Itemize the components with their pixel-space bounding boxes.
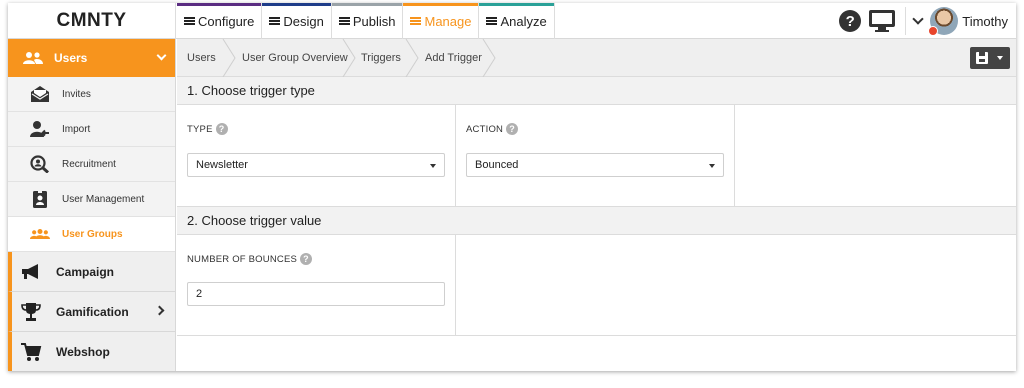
- sidebar-item-gamification[interactable]: Gamification: [8, 292, 175, 332]
- menu-icon: [338, 17, 350, 25]
- type-label: TYPE: [187, 123, 213, 135]
- menu-icon: [486, 17, 498, 25]
- top-right-tools: ? Timothy: [839, 3, 1016, 39]
- action-select[interactable]: Bounced: [466, 153, 724, 177]
- sidebar-item-campaign[interactable]: Campaign: [8, 252, 175, 292]
- chevron-right-icon: [154, 305, 165, 316]
- user-import-icon: [30, 121, 49, 137]
- help-question-icon[interactable]: ?: [300, 253, 313, 265]
- avatar[interactable]: [928, 7, 959, 36]
- bounces-input-value: 2: [196, 288, 203, 300]
- nav-analyze[interactable]: Analyze: [479, 3, 555, 39]
- action-cell: ACTION ? Bounced: [456, 105, 735, 207]
- save-button[interactable]: [970, 47, 1010, 69]
- envelope-open-icon: [31, 86, 49, 102]
- recruitment-search-icon: [30, 155, 50, 173]
- sidebar-item-label: Webshop: [56, 344, 110, 359]
- action-select-value: Bounced: [475, 159, 519, 171]
- cmnty-logo[interactable]: CMNTY: [8, 3, 176, 39]
- sidebar-item-label: Import: [62, 123, 91, 135]
- bounces-label: NUMBER OF BOUNCES: [187, 253, 298, 265]
- users-icon: [23, 52, 43, 64]
- sidebar-item-recruitment[interactable]: Recruitment: [8, 147, 175, 182]
- nav-design-label: Design: [283, 13, 324, 29]
- nav-publish-label: Publish: [352, 13, 396, 29]
- type-select[interactable]: Newsletter: [187, 153, 445, 177]
- help-icon[interactable]: ?: [839, 10, 862, 32]
- top-bar: CMNTY Configure Design Publish Manage An…: [8, 3, 1016, 39]
- caret-down-icon: [709, 164, 715, 168]
- breadcrumb: Users User Group Overview Triggers Add T…: [177, 39, 1016, 77]
- megaphone-icon: [22, 264, 38, 279]
- breadcrumb-separator: [482, 39, 496, 77]
- help-question-icon[interactable]: ?: [215, 123, 228, 135]
- user-groups-icon: [30, 229, 50, 239]
- type-select-value: Newsletter: [196, 159, 248, 171]
- bounces-input[interactable]: 2: [187, 282, 445, 306]
- sidebar-section-users[interactable]: Users: [8, 39, 175, 77]
- nav-manage-label: Manage: [424, 13, 472, 29]
- sidebar-section-label: Users: [54, 51, 88, 65]
- sidebar-item-label: Recruitment: [62, 158, 116, 170]
- sidebar-item-user-groups[interactable]: User Groups: [8, 217, 175, 252]
- section-title-trigger-value: 2. Choose trigger value: [177, 207, 1016, 235]
- trophy-icon: [21, 303, 41, 321]
- sidebar-item-webshop[interactable]: Webshop: [8, 332, 175, 371]
- action-label: ACTION: [466, 123, 504, 135]
- chevron-down-icon[interactable]: [912, 13, 924, 25]
- caret-down-icon: [430, 164, 436, 168]
- sidebar-item-label: User Groups: [62, 228, 123, 240]
- cart-icon: [21, 343, 42, 361]
- help-question-icon[interactable]: ?: [506, 123, 519, 135]
- nav-manage[interactable]: Manage: [403, 3, 480, 39]
- empty-cell: [735, 105, 1016, 207]
- sidebar: Users Invites Import Recruitment User Ma…: [8, 39, 176, 371]
- sidebar-item-user-management[interactable]: User Management: [8, 182, 175, 217]
- nav-configure-label: Configure: [198, 13, 255, 29]
- breadcrumb-triggers[interactable]: Triggers: [361, 39, 401, 77]
- id-badge-icon: [33, 190, 47, 208]
- nav-configure[interactable]: Configure: [177, 3, 263, 39]
- divider: [905, 7, 907, 35]
- notification-dot: [928, 26, 939, 36]
- breadcrumb-users[interactable]: Users: [187, 39, 216, 77]
- action-label-row: ACTION ?: [466, 123, 519, 135]
- menu-icon: [410, 17, 422, 25]
- menu-icon: [184, 17, 195, 25]
- chevron-down-icon: [156, 50, 167, 61]
- sidebar-item-invites[interactable]: Invites: [8, 77, 175, 112]
- type-label-row: TYPE ?: [187, 123, 228, 135]
- monitor-icon[interactable]: [869, 10, 896, 32]
- breadcrumb-separator: [222, 39, 236, 77]
- sidebar-item-label: Campaign: [56, 264, 115, 279]
- bounces-cell: NUMBER OF BOUNCES ? 2: [177, 235, 456, 336]
- empty-cell: [456, 235, 1016, 336]
- main-nav: Configure Design Publish Manage Analyze: [177, 3, 555, 39]
- nav-publish[interactable]: Publish: [331, 3, 404, 39]
- section-title-trigger-type: 1. Choose trigger type: [177, 77, 1016, 105]
- floppy-disk-icon: [976, 52, 988, 64]
- bounces-label-row: NUMBER OF BOUNCES ?: [187, 253, 313, 265]
- nav-design[interactable]: Design: [262, 3, 332, 39]
- user-name[interactable]: Timothy: [962, 14, 1008, 29]
- caret-down-icon: [997, 56, 1003, 60]
- menu-icon: [269, 17, 281, 25]
- breadcrumb-separator: [405, 39, 419, 77]
- sidebar-item-import[interactable]: Import: [8, 112, 175, 147]
- breadcrumb-add-trigger: Add Trigger: [425, 52, 482, 64]
- nav-analyze-label: Analyze: [500, 13, 547, 29]
- type-cell: TYPE ? Newsletter: [177, 105, 456, 207]
- breadcrumb-user-group-overview[interactable]: User Group Overview: [242, 39, 348, 77]
- breadcrumb-separator: [342, 39, 356, 77]
- sidebar-item-label: User Management: [62, 193, 145, 205]
- app-window: CMNTY Configure Design Publish Manage An…: [8, 3, 1016, 371]
- sidebar-item-label: Gamification: [56, 304, 129, 319]
- sidebar-item-label: Invites: [62, 88, 91, 100]
